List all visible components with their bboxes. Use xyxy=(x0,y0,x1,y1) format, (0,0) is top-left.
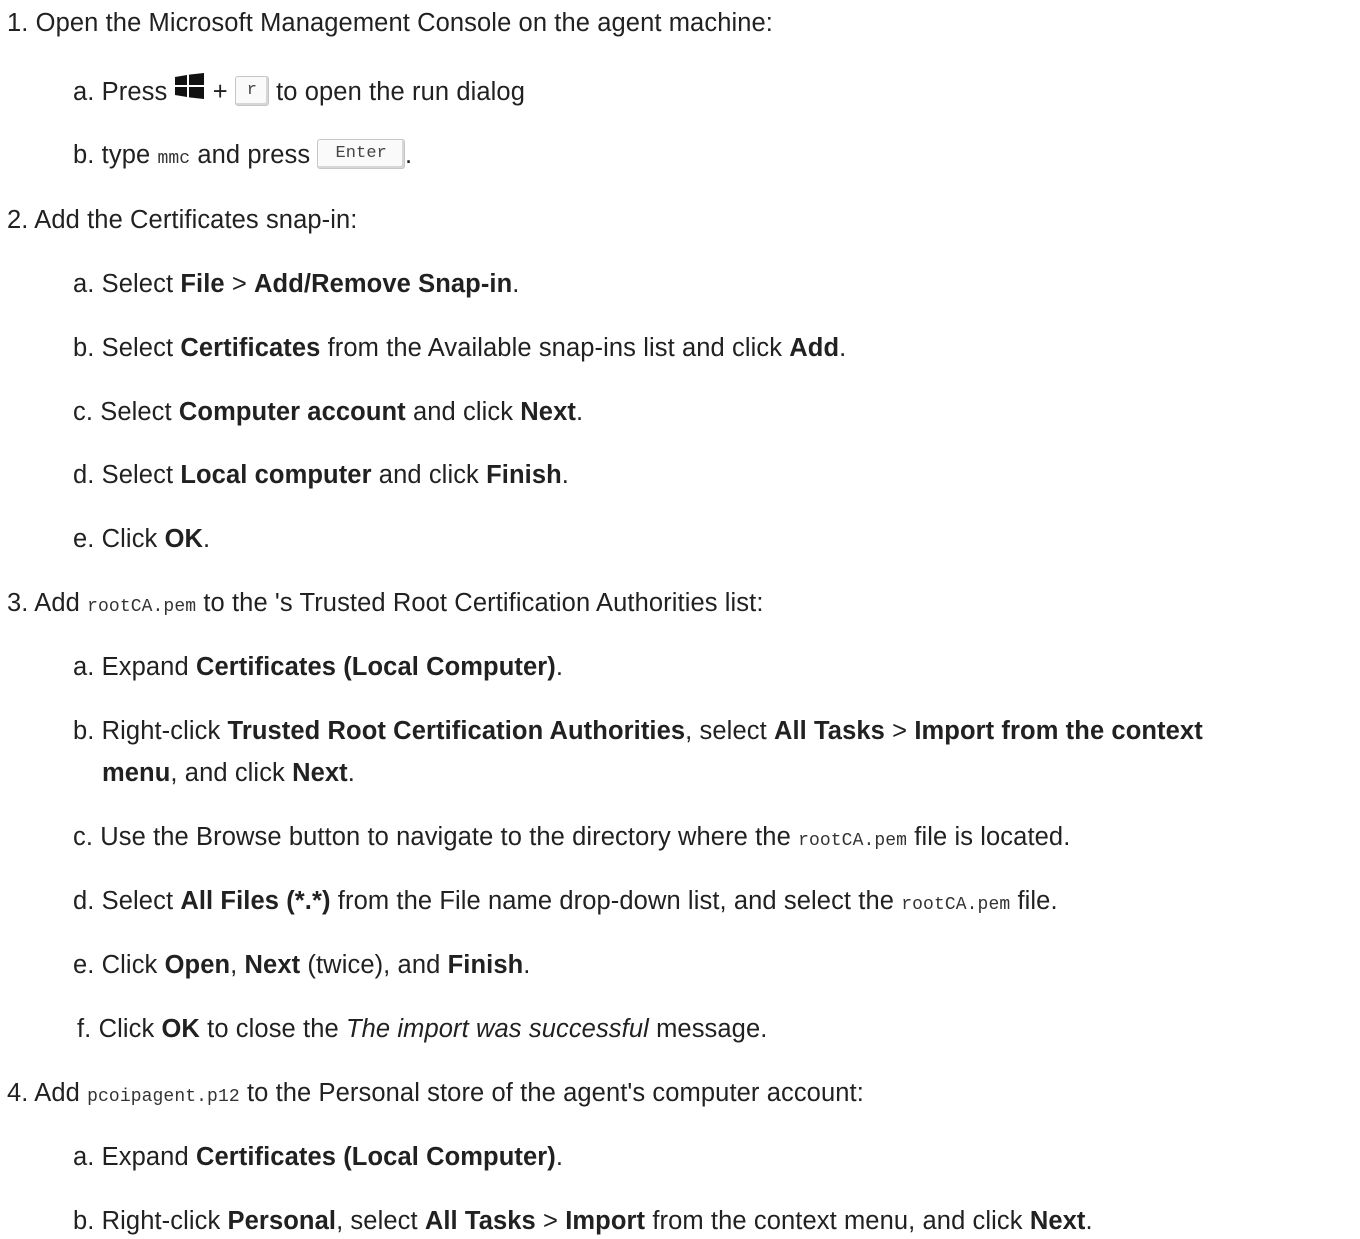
step-3a: a. Expand Certificates (Local Computer). xyxy=(73,653,564,681)
step-number: 4. xyxy=(7,1079,29,1107)
keyboard-key-enter: Enter xyxy=(317,139,405,170)
step-3b-continued: menu, and click Next. xyxy=(102,759,355,787)
inline-code: rootCA.pem xyxy=(901,895,1011,915)
step-3e: e. Click Open, Next (twice), and Finish. xyxy=(73,951,531,979)
step-2: 2. Add the Certificates snap-in: xyxy=(7,205,357,237)
step-4a: a. Expand Certificates (Local Computer). xyxy=(73,1143,564,1171)
keyboard-key-r: r xyxy=(234,76,269,107)
step-2a: a. Select File > Add/Remove Snap-in. xyxy=(73,270,520,298)
step-4b: b. Right-click Personal, select All Task… xyxy=(73,1207,1093,1235)
step-2c: c. Select Computer account and click Nex… xyxy=(73,398,584,426)
step-2e: e. Click OK. xyxy=(73,525,211,553)
step-intro: Add the Certificates snap-in: xyxy=(34,206,358,234)
step-3c: c. Use the Browse button to navigate to … xyxy=(73,823,1071,851)
step-2b: b. Select Certificates from the Availabl… xyxy=(73,334,847,362)
step-4: 4. Add pcoipagent.p12 to the Personal st… xyxy=(7,1079,864,1107)
inline-code: pcoipagent.p12 xyxy=(87,1087,240,1107)
step-1a: a. Press + r to open the run dialog xyxy=(73,73,525,111)
inline-code: rootCA.pem xyxy=(87,597,197,617)
step-number: 2. xyxy=(7,206,29,234)
inline-code: mmc xyxy=(157,149,191,169)
step-2d: d. Select Local computer and click Finis… xyxy=(73,461,569,489)
inline-code: rootCA.pem xyxy=(798,831,908,851)
step-3: 3. Add rootCA.pem to the 's Trusted Root… xyxy=(7,589,764,617)
emphasis-text: The import was successful xyxy=(345,1015,649,1043)
step-1: 1. Open the Microsoft Management Console… xyxy=(7,8,773,40)
windows-logo-icon xyxy=(174,73,204,108)
step-3d: d. Select All Files (*.*) from the File … xyxy=(73,887,1058,915)
step-1b: b. type mmc and press Enter. xyxy=(73,139,413,170)
step-3b: b. Right-click Trusted Root Certificatio… xyxy=(73,717,1203,745)
step-3f: f. Click OK to close the The import was … xyxy=(77,1015,768,1043)
step-number: 1. xyxy=(7,9,29,37)
step-number: 3. xyxy=(7,589,29,617)
step-intro: Open the Microsoft Management Console on… xyxy=(35,9,773,37)
